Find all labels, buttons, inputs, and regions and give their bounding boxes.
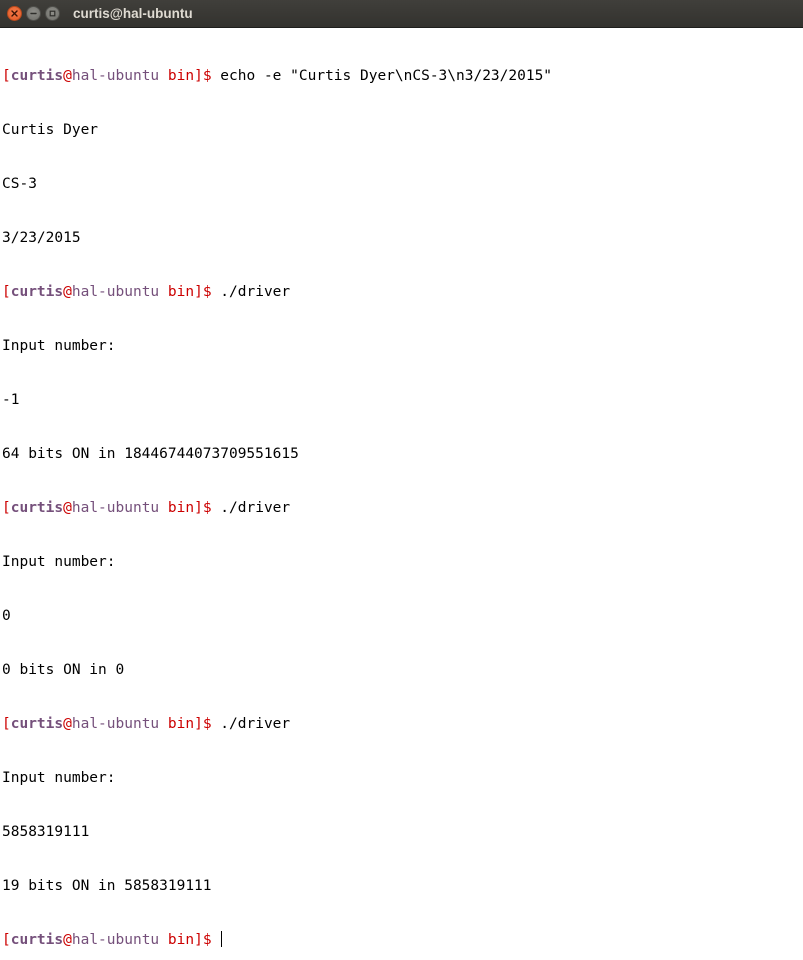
prompt-line[interactable]: [curtis@hal-ubuntu bin]$: [2, 931, 803, 949]
output-line: Input number:: [2, 554, 116, 570]
output-line: 3/23/2015: [2, 230, 81, 246]
maximize-icon[interactable]: [45, 6, 60, 21]
prompt-user: curtis: [10, 68, 64, 84]
text-cursor: [221, 931, 223, 947]
title-bar[interactable]: curtis@hal-ubuntu: [0, 0, 803, 28]
output-line: CS-3: [2, 176, 37, 192]
prompt-line: [curtis@hal-ubuntu bin]$ echo -e "Curtis…: [2, 67, 803, 85]
prompt-open-bracket: [: [2, 716, 11, 732]
command-text: echo -e "Curtis Dyer\nCS-3\n3/23/2015": [211, 68, 553, 84]
command-input[interactable]: [212, 932, 221, 948]
prompt-at: @: [63, 68, 72, 84]
prompt-close-bracket: ]: [194, 932, 203, 948]
output-line: -1: [2, 392, 20, 408]
prompt-user: curtis: [10, 284, 64, 300]
output-line: Input number:: [2, 338, 116, 354]
prompt-line: [curtis@hal-ubuntu bin]$ ./driver: [2, 499, 803, 517]
prompt-at: @: [63, 716, 72, 732]
output-line: 64 bits ON in 18446744073709551615: [2, 446, 299, 462]
window-title: curtis@hal-ubuntu: [73, 6, 193, 21]
prompt-close-bracket: ]: [194, 716, 203, 732]
prompt-at: @: [63, 932, 72, 948]
prompt-user: curtis: [10, 932, 64, 948]
prompt-close-bracket: ]: [194, 68, 203, 84]
prompt-open-bracket: [: [2, 932, 11, 948]
prompt-open-bracket: [: [2, 284, 11, 300]
prompt-dir: bin: [167, 284, 195, 300]
output-line: 19 bits ON in 5858319111: [2, 878, 212, 894]
prompt-user: curtis: [10, 716, 64, 732]
prompt-dir: bin: [167, 500, 195, 516]
output-line: 5858319111: [2, 824, 90, 840]
minimize-icon[interactable]: [26, 6, 41, 21]
prompt-line: [curtis@hal-ubuntu bin]$ ./driver: [2, 715, 803, 733]
close-icon[interactable]: [7, 6, 22, 21]
prompt-at: @: [63, 284, 72, 300]
prompt-user: curtis: [10, 500, 64, 516]
output-line: 0 bits ON in 0: [2, 662, 125, 678]
prompt-open-bracket: [: [2, 500, 11, 516]
prompt-host: hal-ubuntu: [71, 68, 160, 84]
prompt-at: @: [63, 500, 72, 516]
output-line: 0: [2, 608, 11, 624]
command-text: ./driver: [211, 500, 291, 516]
prompt-host: hal-ubuntu: [71, 500, 160, 516]
prompt-open-bracket: [: [2, 68, 11, 84]
prompt-close-bracket: ]: [194, 500, 203, 516]
prompt-dir: bin: [167, 68, 195, 84]
command-text: ./driver: [211, 716, 291, 732]
output-line: Input number:: [2, 770, 116, 786]
prompt-close-bracket: ]: [194, 284, 203, 300]
window-controls: [7, 6, 60, 21]
prompt-line: [curtis@hal-ubuntu bin]$ ./driver: [2, 283, 803, 301]
prompt-dollar: $: [202, 500, 212, 516]
prompt-host: hal-ubuntu: [71, 932, 160, 948]
prompt-dollar: $: [202, 284, 212, 300]
output-line: Curtis Dyer: [2, 122, 99, 138]
command-text: ./driver: [211, 284, 291, 300]
prompt-dir: bin: [167, 716, 195, 732]
prompt-host: hal-ubuntu: [71, 716, 160, 732]
prompt-dollar: $: [202, 932, 212, 948]
prompt-dollar: $: [202, 716, 212, 732]
prompt-host: hal-ubuntu: [71, 284, 160, 300]
terminal-output[interactable]: [curtis@hal-ubuntu bin]$ echo -e "Curtis…: [0, 28, 803, 960]
prompt-dir: bin: [167, 932, 195, 948]
terminal-window: curtis@hal-ubuntu [curtis@hal-ubuntu bin…: [0, 0, 803, 948]
prompt-dollar: $: [202, 68, 212, 84]
